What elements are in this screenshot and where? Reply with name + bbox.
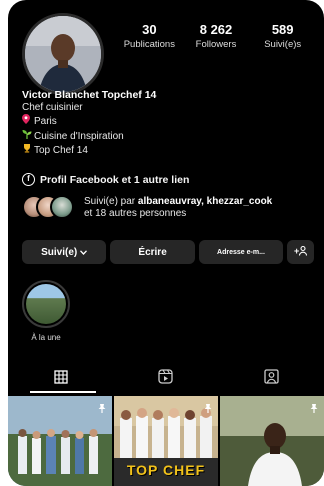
reels-icon xyxy=(158,369,174,389)
followed-by[interactable]: Suivi(e) par albaneauvray, khezzar_cook … xyxy=(22,195,324,221)
seedling-icon xyxy=(22,129,34,143)
highlight-label: À la une xyxy=(31,333,61,342)
bio-line-text: Cuisine d'Inspiration xyxy=(34,130,124,142)
following-button[interactable]: Suivi(e) xyxy=(22,240,107,264)
message-button-label: Écrire xyxy=(138,246,167,258)
bio-line-text: Paris xyxy=(34,116,57,127)
avatar-image xyxy=(25,16,101,92)
stat-label: Followers xyxy=(195,39,237,50)
stat-followers[interactable]: 8 262 Followers xyxy=(183,22,250,50)
active-tab-indicator xyxy=(30,391,96,393)
bio-line-location: Paris xyxy=(22,114,156,129)
following-button-label: Suivi(e) xyxy=(41,246,78,258)
tab-tagged[interactable] xyxy=(219,366,324,392)
facebook-icon: f xyxy=(22,173,35,186)
stat-value: 589 xyxy=(271,22,294,37)
post-grid: TOP CHEF xyxy=(8,396,324,486)
trophy-icon xyxy=(22,143,34,157)
post-thumbnail[interactable] xyxy=(8,396,112,486)
follower-avatar xyxy=(50,195,74,219)
links-text: Profil Facebook et 1 autre lien xyxy=(40,173,190,186)
grid-icon xyxy=(54,369,68,389)
bio-line-text: Top Chef 14 xyxy=(34,145,88,156)
content-tabs xyxy=(8,366,324,392)
followed-by-text: Suivi(e) par albaneauvray, khezzar_cook … xyxy=(84,196,324,221)
email-button-label: Adresse e-m... xyxy=(217,248,265,256)
action-buttons: Suivi(e) Écrire Adresse e-m... + xyxy=(22,240,315,264)
pin-icon xyxy=(97,400,107,418)
bio-line-cuisine: Cuisine d'Inspiration xyxy=(22,129,156,144)
highlight-item[interactable]: À la une xyxy=(22,280,70,342)
stat-value: 8 262 xyxy=(199,22,233,37)
stat-value: 30 xyxy=(142,22,157,37)
add-user-icon: + xyxy=(294,245,308,259)
instagram-profile-screen: 30 Publications 8 262 Followers 589 Suiv… xyxy=(8,0,324,486)
pin-icon xyxy=(203,400,213,418)
message-button[interactable]: Écrire xyxy=(110,240,195,264)
highlight-image xyxy=(26,284,66,324)
follower-avatars xyxy=(22,195,78,221)
profile-stats: 30 Publications 8 262 Followers 589 Suiv… xyxy=(116,22,316,50)
highlight-ring xyxy=(22,280,70,328)
chevron-down-icon xyxy=(80,247,88,258)
stat-label: Publications xyxy=(123,39,175,50)
profile-bio: Victor Blanchet Topchef 14 Chef cuisinie… xyxy=(22,89,156,158)
stat-publications[interactable]: 30 Publications xyxy=(116,22,183,50)
tab-posts[interactable] xyxy=(8,366,113,392)
post-overlay-text: TOP CHEF xyxy=(126,462,206,478)
followed-by-names: albaneauvray, khezzar_cook xyxy=(137,195,273,207)
profile-name: Victor Blanchet Topchef 14 xyxy=(22,89,157,101)
profile-links[interactable]: f Profil Facebook et 1 autre lien xyxy=(22,173,189,186)
add-user-button[interactable]: + xyxy=(287,240,315,264)
followed-by-prefix: Suivi(e) par xyxy=(84,195,138,207)
followed-by-suffix: et 18 autres personnes xyxy=(84,208,187,219)
pin-icon xyxy=(309,400,319,418)
profile-category: Chef cuisinier xyxy=(22,101,83,113)
add-user-plus: + xyxy=(294,246,299,256)
stat-label: Suivi(e)s xyxy=(264,39,302,50)
bio-line-topchef: Top Chef 14 xyxy=(22,143,156,158)
pin-icon xyxy=(22,114,34,128)
tagged-icon xyxy=(264,369,279,389)
stat-following[interactable]: 589 Suivi(e)s xyxy=(249,22,316,50)
email-button[interactable]: Adresse e-m... xyxy=(198,240,284,264)
tab-reels[interactable] xyxy=(113,366,218,392)
profile-avatar[interactable] xyxy=(22,13,104,95)
post-thumbnail[interactable] xyxy=(220,396,324,486)
post-thumbnail[interactable]: TOP CHEF xyxy=(114,396,218,486)
